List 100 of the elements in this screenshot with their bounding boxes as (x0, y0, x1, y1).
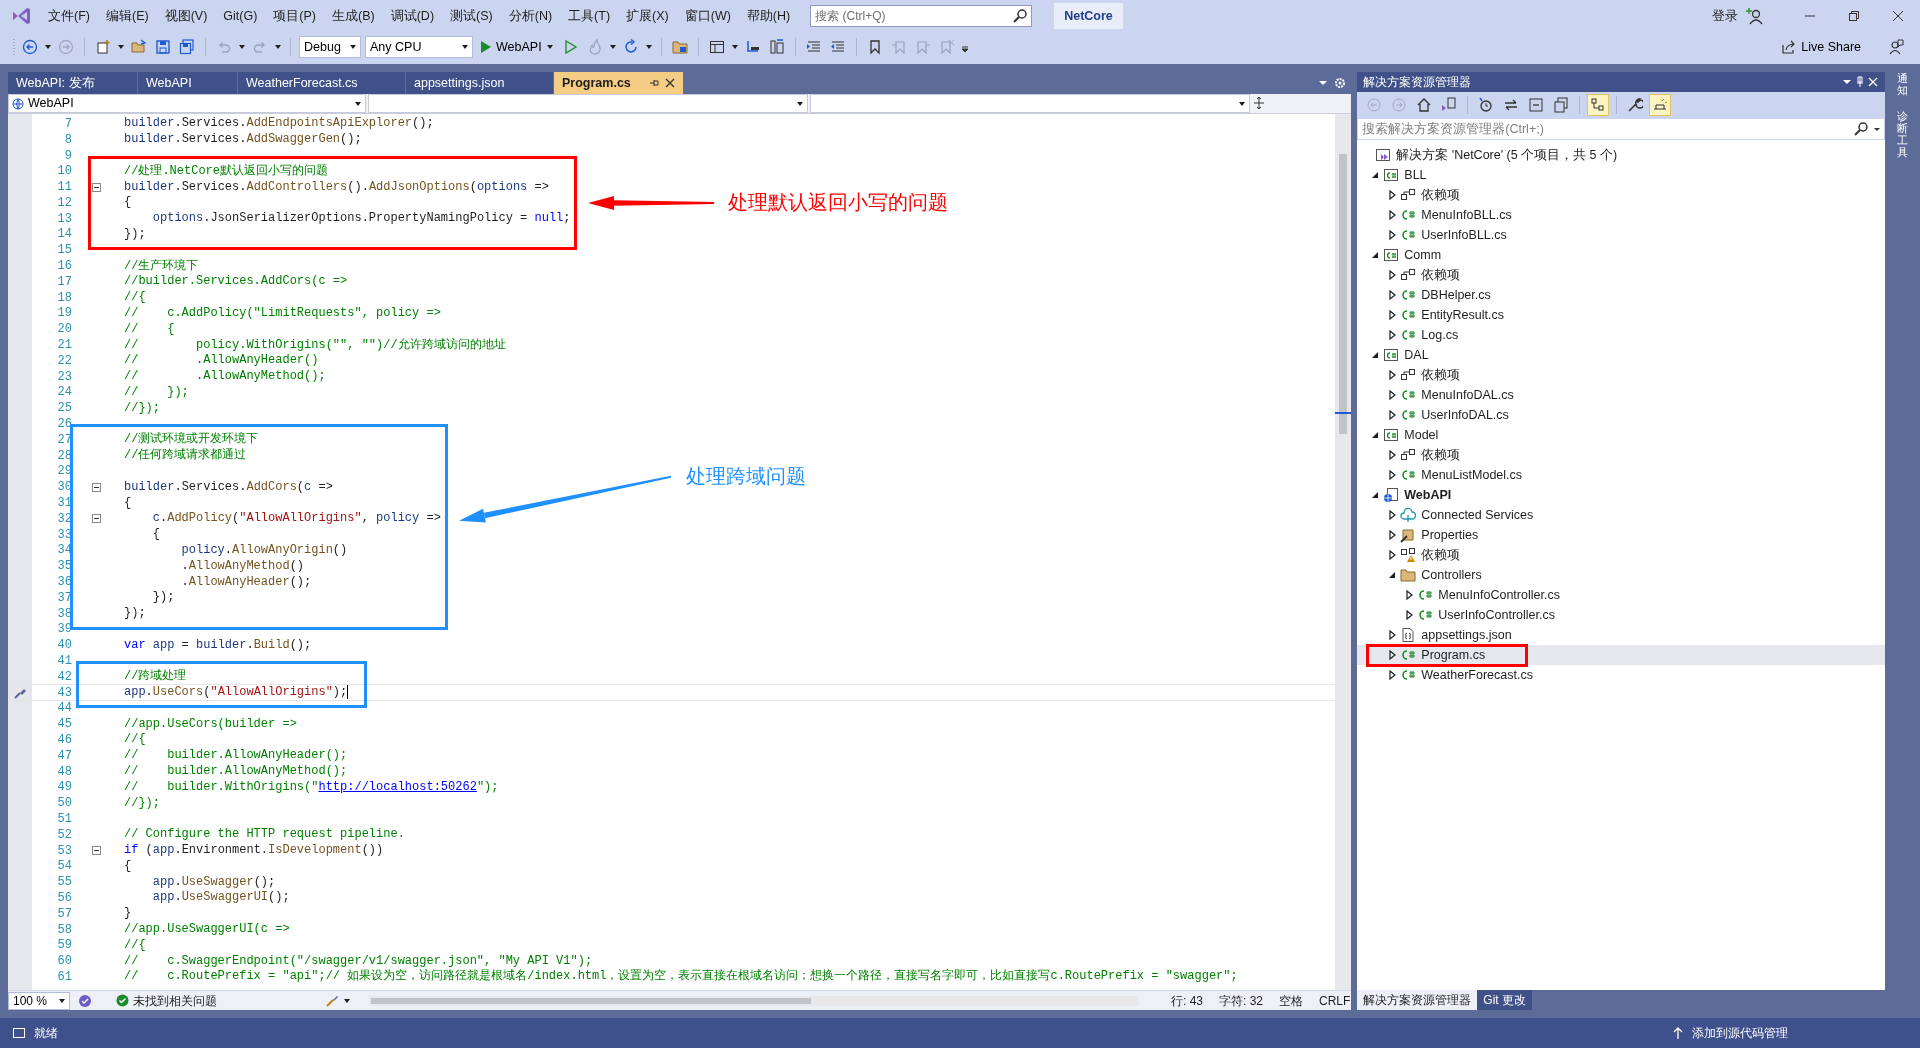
collapse-icon[interactable] (92, 846, 101, 856)
tree-item[interactable]: DAL (1357, 345, 1885, 365)
menu-item[interactable]: 帮助(H) (738, 6, 799, 26)
expanded-arrow-icon[interactable] (1370, 350, 1381, 360)
collapsed-arrow-icon[interactable] (1387, 510, 1398, 520)
document-tab[interactable]: appsettings.json (406, 72, 554, 94)
refresh-icon[interactable] (622, 39, 639, 55)
tree-item[interactable]: MenuListModel.cs (1357, 465, 1885, 485)
back-icon[interactable] (22, 39, 38, 55)
indent-icon[interactable] (805, 39, 822, 55)
tree-item[interactable]: UserInfoDAL.cs (1357, 405, 1885, 425)
tree-item[interactable]: UserInfoController.cs (1357, 605, 1885, 625)
folder-icon[interactable] (671, 39, 688, 55)
tree-item[interactable]: BLL (1357, 165, 1885, 185)
source-control-button[interactable]: 添加到源代码管理 (1692, 1024, 1788, 1042)
close-icon[interactable] (665, 78, 675, 88)
run-button[interactable]: WebAPI (477, 37, 557, 57)
collapse-icon[interactable] (92, 182, 101, 192)
side-tab[interactable]: 通知 (1897, 72, 1908, 97)
scrollbar[interactable] (1335, 114, 1352, 990)
collapsed-arrow-icon[interactable] (1387, 310, 1398, 320)
search-field[interactable]: 搜索解决方案资源管理器(Ctrl+;) (1357, 118, 1885, 140)
feedback-icon[interactable] (1888, 39, 1904, 55)
tree-item[interactable]: MenuInfoBLL.cs (1357, 205, 1885, 225)
menu-item[interactable]: 文件(F) (40, 6, 98, 26)
tree-item[interactable]: Program.cs (1357, 645, 1885, 665)
document-tab[interactable]: WeatherForecast.cs (238, 72, 406, 94)
document-tab[interactable]: WebAPI (138, 72, 238, 94)
menu-item[interactable]: 工具(T) (560, 6, 619, 26)
tree-item[interactable]: Controllers (1357, 565, 1885, 585)
live-share-button[interactable]: Live Share (1778, 37, 1864, 57)
expanded-arrow-icon[interactable] (1370, 250, 1381, 260)
columns-icon[interactable] (768, 39, 785, 55)
split-icon[interactable] (1252, 94, 1266, 112)
collapsed-arrow-icon[interactable] (1387, 470, 1398, 480)
collapsed-arrow-icon[interactable] (1387, 450, 1398, 460)
collapsed-arrow-icon[interactable] (1387, 290, 1398, 300)
tree-item[interactable]: Comm (1357, 245, 1885, 265)
menu-item[interactable]: 测试(S) (442, 6, 501, 26)
menu-item[interactable]: 分析(N) (500, 6, 561, 26)
menu-item[interactable]: Git(G) (215, 6, 266, 26)
menu-item[interactable]: 调试(D) (382, 6, 443, 26)
close-icon[interactable] (1892, 10, 1904, 22)
tree-item[interactable]: DBHelper.cs (1357, 285, 1885, 305)
horizontal-scrollbar[interactable] (369, 995, 1139, 1006)
collapsed-arrow-icon[interactable] (1387, 550, 1398, 560)
tree-item[interactable]: Connected Services (1357, 505, 1885, 525)
tree-item[interactable]: MenuInfoDAL.cs (1357, 385, 1885, 405)
platform-dropdown[interactable]: Any CPU (365, 36, 473, 58)
document-tab[interactable]: WebAPI: 发布 (8, 72, 138, 94)
collapse-icon[interactable] (92, 514, 101, 524)
tree-item[interactable]: 依赖项 (1357, 545, 1885, 565)
collapsed-arrow-icon[interactable] (1387, 330, 1398, 340)
tree-item[interactable]: WeatherForecast.cs (1357, 665, 1885, 685)
collapse-icon[interactable] (92, 482, 101, 492)
tree-item[interactable]: MenuInfoController.cs (1357, 585, 1885, 605)
configuration-dropdown[interactable]: Debug (299, 36, 361, 58)
collapsed-arrow-icon[interactable] (1387, 390, 1398, 400)
tree-item[interactable]: 依赖项 (1357, 185, 1885, 205)
tree-item[interactable]: WebAPI (1357, 485, 1885, 505)
start-without-debugging-icon[interactable] (562, 39, 579, 55)
project-dropdown[interactable]: WebAPI (8, 94, 366, 113)
outdent-icon[interactable] (829, 39, 846, 55)
collapsed-arrow-icon[interactable] (1387, 650, 1398, 660)
document-tab[interactable]: Program.cs (554, 72, 684, 94)
tree-item[interactable]: 依赖项 (1357, 445, 1885, 465)
expanded-arrow-icon[interactable] (1370, 430, 1381, 440)
collapsed-arrow-icon[interactable] (1404, 590, 1415, 600)
menu-item[interactable]: 生成(B) (324, 6, 383, 26)
collapsed-arrow-icon[interactable] (1404, 610, 1415, 620)
collapsed-arrow-icon[interactable] (1387, 530, 1398, 540)
tree-item[interactable]: UserInfoBLL.cs (1357, 225, 1885, 245)
collapsed-arrow-icon[interactable] (1387, 210, 1398, 220)
collapsed-arrow-icon[interactable] (1387, 190, 1398, 200)
brush-icon[interactable] (325, 993, 339, 1008)
panel-tab[interactable]: 解决方案资源管理器 (1357, 990, 1478, 1010)
tree-item[interactable]: Log.cs (1357, 325, 1885, 345)
tree-item[interactable]: 依赖项 (1357, 365, 1885, 385)
save-icon[interactable] (155, 39, 171, 55)
menu-item[interactable]: 编辑(E) (97, 6, 157, 26)
collapsed-arrow-icon[interactable] (1387, 410, 1398, 420)
link[interactable]: http://localhost:50262 (318, 779, 477, 794)
menu-item[interactable]: 视图(V) (156, 6, 216, 26)
panel-tab[interactable]: Git 更改 (1477, 990, 1532, 1010)
menu-item[interactable]: 项目(P) (265, 6, 324, 26)
step-icon[interactable] (744, 39, 761, 55)
tree-item[interactable]: appsettings.json (1357, 625, 1885, 645)
menu-item[interactable]: 扩展(X) (618, 6, 677, 26)
new-item-icon[interactable] (95, 39, 111, 55)
window-layout-icon[interactable] (708, 39, 725, 55)
tree-item[interactable]: 解决方案 'NetCore' (5 个项目，共 5 个) (1357, 145, 1885, 165)
save-all-icon[interactable] (179, 39, 195, 55)
play-icon[interactable] (480, 40, 492, 54)
tree-item[interactable]: Properties (1357, 525, 1885, 545)
collapsed-arrow-icon[interactable] (1387, 630, 1398, 640)
collapsed-arrow-icon[interactable] (1387, 670, 1398, 680)
zoom-dropdown[interactable]: 100 % (8, 991, 70, 1010)
expanded-arrow-icon[interactable] (1370, 170, 1381, 180)
search-field[interactable]: 搜索 (Ctrl+Q) (810, 5, 1033, 27)
open-folder-icon[interactable] (131, 39, 147, 55)
